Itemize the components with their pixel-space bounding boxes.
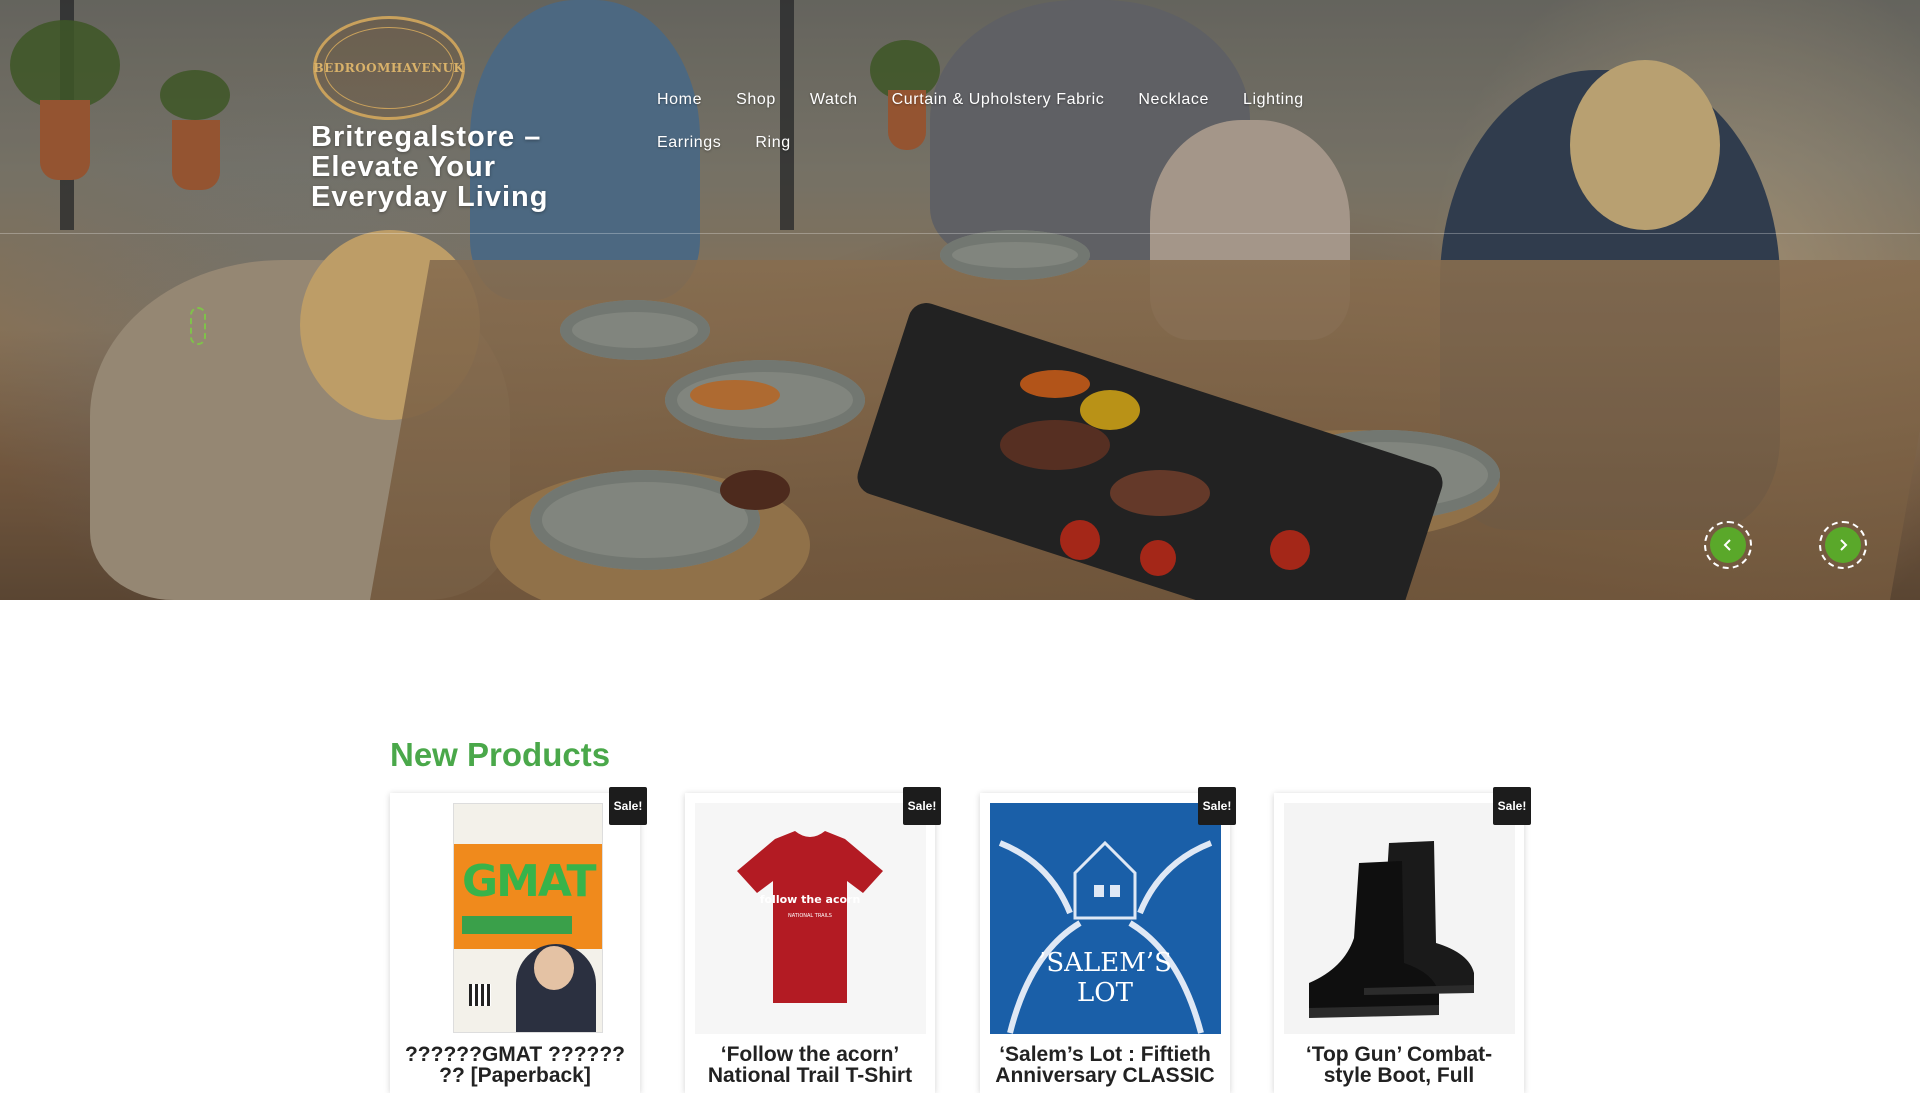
site-title[interactable]: Britregalstore – Elevate Your Everyday L… bbox=[311, 122, 611, 212]
nav-item-necklace[interactable]: Necklace bbox=[1121, 91, 1226, 109]
product-card[interactable]: ’SALEM’S LOT ‘Salem’s Lot : Fiftieth Ann… bbox=[980, 793, 1230, 1093]
main-nav: Home Shop Watch Curtain & Upholstery Fab… bbox=[640, 78, 1320, 164]
product-image[interactable]: GMAT bbox=[400, 803, 631, 1034]
product-name-line: National Trail T-Shirt bbox=[707, 1064, 913, 1087]
nav-item-ring[interactable]: Ring bbox=[738, 134, 807, 152]
product-name-line: ?? [Paperback] bbox=[439, 1064, 591, 1087]
product-image[interactable] bbox=[1284, 803, 1515, 1034]
tshirt-subprint: NATIONAL TRAILS bbox=[788, 913, 832, 919]
product-card[interactable]: follow the acorn NATIONAL TRAILS ‘Follow… bbox=[685, 793, 935, 1093]
sale-badge: Sale! bbox=[1493, 787, 1531, 825]
slider-next-button[interactable] bbox=[1819, 521, 1867, 569]
product-name-line: ??????GMAT ?????? bbox=[404, 1043, 626, 1066]
nav-item-home[interactable]: Home bbox=[640, 91, 719, 109]
product-card[interactable]: ‘Top Gun’ Combat- style Boot, Full bbox=[1274, 793, 1524, 1093]
focus-outline-marker bbox=[190, 307, 206, 345]
nav-item-shop[interactable]: Shop bbox=[719, 91, 793, 109]
cover-subtitle-band bbox=[462, 916, 572, 934]
section-title-new-products: New Products bbox=[390, 736, 611, 773]
product-image[interactable]: follow the acorn NATIONAL TRAILS bbox=[695, 803, 926, 1034]
combat-boots-image bbox=[1309, 841, 1474, 1018]
tshirt-image: follow the acorn NATIONAL TRAILS bbox=[737, 831, 883, 1003]
slider-prev-inner bbox=[1710, 527, 1746, 563]
product-card[interactable]: GMAT ??????GMAT ?????? ?? [Paperback] bbox=[390, 793, 640, 1093]
product-name-line: ‘Follow the acorn’ bbox=[720, 1043, 900, 1066]
slider-prev-button[interactable] bbox=[1704, 521, 1752, 569]
site-logo[interactable]: BEDROOMHAVENUK bbox=[313, 16, 465, 120]
slider-next-inner bbox=[1825, 527, 1861, 563]
salem-cover-title: ’SALEM’S bbox=[1038, 948, 1172, 978]
product-name-line: style Boot, Full bbox=[1323, 1064, 1475, 1087]
chevron-left-icon bbox=[1723, 539, 1731, 551]
logo-ring bbox=[324, 27, 454, 109]
nav-row: Home Shop Watch Curtain & Upholstery Fab… bbox=[640, 78, 1320, 121]
book-cover-title: GMAT bbox=[462, 856, 597, 907]
sale-badge: Sale! bbox=[1198, 787, 1236, 825]
nav-item-watch[interactable]: Watch bbox=[793, 91, 875, 109]
nav-row: Earrings Ring bbox=[640, 121, 1320, 164]
product-image[interactable]: ’SALEM’S LOT bbox=[990, 803, 1221, 1034]
salems-lot-cover: ’SALEM’S LOT bbox=[990, 803, 1221, 1034]
tshirt-print: follow the acorn bbox=[760, 893, 861, 906]
cover-author-face bbox=[534, 946, 574, 990]
cover-qr-code bbox=[469, 984, 491, 1006]
header-divider bbox=[0, 233, 1920, 234]
product-name-line: Anniversary CLASSIC bbox=[995, 1064, 1215, 1087]
sale-badge: Sale! bbox=[903, 787, 941, 825]
salem-cover-title: LOT bbox=[1077, 978, 1134, 1008]
chevron-right-icon bbox=[1840, 539, 1848, 551]
product-name-line: ‘Salem’s Lot : Fiftieth bbox=[999, 1043, 1211, 1066]
gmat-book-cover: GMAT bbox=[453, 803, 603, 1033]
nav-item-earrings[interactable]: Earrings bbox=[640, 134, 738, 152]
sale-badge: Sale! bbox=[609, 787, 647, 825]
salems-lot-artwork: ’SALEM’S LOT bbox=[990, 803, 1221, 1034]
nav-item-curtain-fabric[interactable]: Curtain & Upholstery Fabric bbox=[875, 91, 1122, 109]
product-name-line: ‘Top Gun’ Combat- bbox=[1305, 1043, 1493, 1066]
nav-item-lighting[interactable]: Lighting bbox=[1226, 91, 1321, 109]
